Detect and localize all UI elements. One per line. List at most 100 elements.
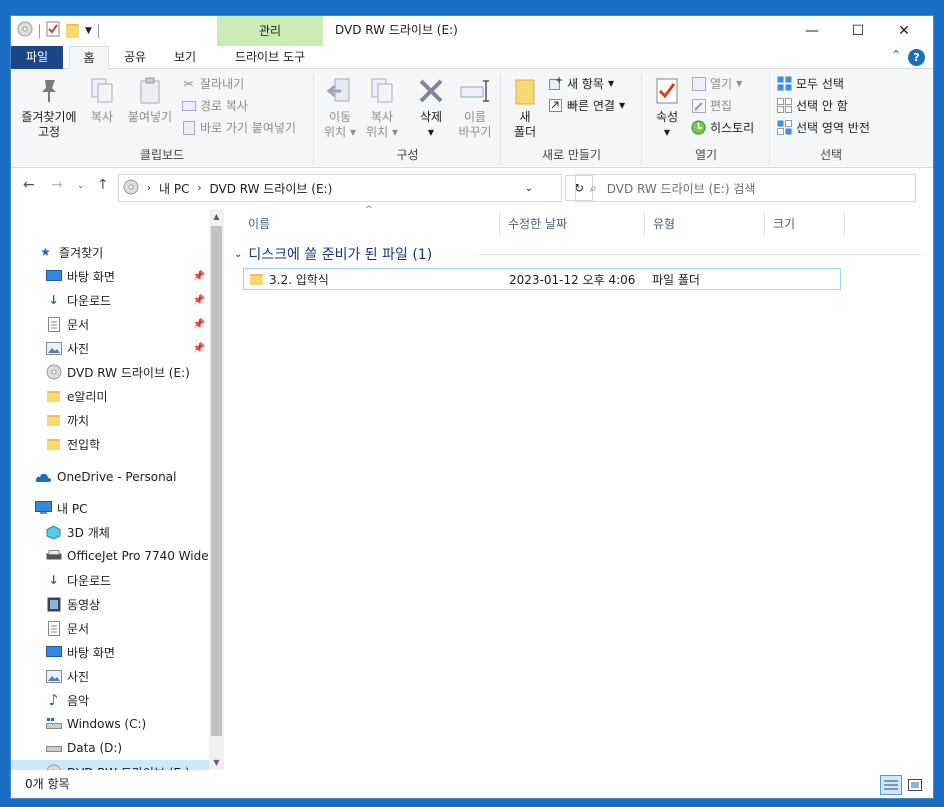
- nav-qa-documents[interactable]: 문서 📌: [11, 312, 209, 336]
- tab-file[interactable]: 파일: [11, 46, 63, 69]
- up-arrow-icon[interactable]: ↑: [97, 177, 109, 193]
- search-input[interactable]: ⌕ DVD RW 드라이브 (E:) 검색: [575, 174, 916, 202]
- tab-drive-tools[interactable]: 드라이브 도구: [217, 46, 323, 69]
- breadcrumb-chevron-icon[interactable]: ›: [197, 183, 201, 194]
- scroll-up-icon[interactable]: ▲: [209, 209, 224, 224]
- new-folder-button[interactable]: 새 폴더: [508, 75, 542, 140]
- select-none-button[interactable]: 선택 안 함: [777, 97, 848, 114]
- nav-pc-printer[interactable]: OfficeJet Pro 7740 Wide Fo: [11, 544, 209, 568]
- maximize-button[interactable]: ☐: [835, 16, 881, 46]
- tab-view[interactable]: 보기: [163, 46, 207, 69]
- collapse-ribbon-icon[interactable]: ⌃: [891, 48, 901, 62]
- group-collapse-chevron-icon[interactable]: ⌄: [234, 249, 242, 260]
- easy-access-button[interactable]: 빠른 연결 ▼: [548, 97, 625, 114]
- properties-button[interactable]: 속성 ▼: [649, 75, 685, 140]
- qat-dropdown-icon[interactable]: ▼: [85, 26, 92, 36]
- nav-pc-pictures[interactable]: 사진: [11, 664, 209, 688]
- nav-pc-downloads[interactable]: ↓ 다운로드: [11, 568, 209, 592]
- address-bar[interactable]: › 내 PC › DVD RW 드라이브 (E:) ⌄ ↻: [118, 174, 593, 202]
- pin-to-quick-access-button[interactable]: 즐겨찾기에 고정: [17, 75, 81, 140]
- pin-icon[interactable]: 📌: [193, 343, 205, 354]
- nav-label: 까치: [67, 413, 90, 428]
- address-dropdown-icon[interactable]: ⌄: [525, 183, 533, 194]
- file-type: 파일 폴더: [652, 272, 700, 287]
- column-header-date[interactable]: 수정한 날짜: [500, 212, 645, 236]
- help-icon[interactable]: ?: [908, 49, 925, 66]
- history-button[interactable]: 히스토리: [691, 119, 754, 136]
- nav-this-pc[interactable]: 내 PC: [11, 496, 209, 520]
- move-to-label-1: 이동: [328, 110, 352, 124]
- recent-locations-chevron-icon[interactable]: ⌄: [77, 181, 85, 191]
- scroll-down-icon[interactable]: ▼: [209, 755, 224, 770]
- back-arrow-icon[interactable]: ←: [23, 177, 35, 193]
- nav-pc-desktop[interactable]: 바탕 화면: [11, 640, 209, 664]
- document-icon: [45, 620, 62, 637]
- copy-button[interactable]: 복사: [83, 75, 121, 125]
- new-folder-icon[interactable]: [66, 23, 79, 38]
- nav-pc-drive-c[interactable]: Windows (C:): [11, 712, 209, 736]
- document-icon: [45, 316, 62, 333]
- new-item-button[interactable]: 새 항목 ▼: [548, 75, 614, 92]
- close-button[interactable]: ✕: [881, 16, 927, 46]
- properties-check-icon[interactable]: [46, 21, 60, 40]
- rename-button[interactable]: 이름 바꾸기: [455, 75, 495, 140]
- window-title: DVD RW 드라이브 (E:): [335, 23, 458, 37]
- nav-qa-desktop[interactable]: 바탕 화면 📌: [11, 264, 209, 288]
- open-button[interactable]: 열기 ▼: [691, 75, 742, 92]
- paste-shortcut-button[interactable]: 바로 가기 붙여넣기: [181, 119, 296, 136]
- nav-qa-folder[interactable]: 까치: [11, 408, 209, 432]
- properties-dropdown-icon[interactable]: ▼: [649, 125, 685, 140]
- copy-path-button[interactable]: 경로 복사: [181, 97, 248, 114]
- minimize-button[interactable]: —: [789, 16, 835, 46]
- nav-quick-access[interactable]: ★ 즐겨찾기: [11, 240, 209, 264]
- scroll-thumb[interactable]: [211, 226, 222, 736]
- cut-button[interactable]: ✂ 잘라내기: [181, 75, 244, 92]
- nav-qa-downloads[interactable]: ↓ 다운로드 📌: [11, 288, 209, 312]
- table-row[interactable]: 3.2. 입학식 2023-01-12 오후 4:06 파일 폴더: [243, 268, 841, 290]
- nav-label: 문서: [67, 317, 90, 332]
- breadcrumb-chevron-icon[interactable]: ›: [147, 183, 151, 194]
- folder-icon: [45, 388, 62, 405]
- nav-qa-pictures[interactable]: 사진 📌: [11, 336, 209, 360]
- forward-arrow-icon[interactable]: →: [51, 177, 63, 193]
- breadcrumb-this-pc[interactable]: 내 PC: [159, 180, 189, 197]
- column-header-size[interactable]: 크기: [765, 212, 845, 236]
- nav-scrollbar[interactable]: ▲ ▼: [209, 209, 224, 770]
- nav-pc-drive-d[interactable]: Data (D:): [11, 736, 209, 760]
- tab-home[interactable]: 홈: [69, 46, 109, 69]
- pictures-icon: [45, 340, 62, 357]
- large-icons-view-icon[interactable]: [904, 775, 926, 795]
- nav-qa-dvd[interactable]: DVD RW 드라이브 (E:): [11, 360, 209, 384]
- pin-icon[interactable]: 📌: [193, 295, 205, 306]
- move-to-button[interactable]: 이동 위치 ▾: [321, 75, 359, 140]
- nav-pc-documents[interactable]: 문서: [11, 616, 209, 640]
- pin-icon[interactable]: 📌: [193, 271, 205, 282]
- select-all-button[interactable]: 모두 선택: [777, 75, 844, 92]
- open-dropdown-icon: ▼: [736, 79, 743, 88]
- tab-share[interactable]: 공유: [115, 46, 155, 69]
- drive-icon[interactable]: [17, 21, 33, 40]
- invert-selection-button[interactable]: 선택 영역 반전: [777, 119, 870, 136]
- context-tab-manage[interactable]: 관리: [217, 16, 323, 46]
- nav-pc-videos[interactable]: 동영상: [11, 592, 209, 616]
- move-to-label-2-text: 위치: [324, 125, 347, 139]
- nav-onedrive[interactable]: OneDrive - Personal: [11, 465, 209, 489]
- nav-qa-folder[interactable]: e알리미: [11, 384, 209, 408]
- copy-to-button[interactable]: 복사 위치 ▾: [363, 75, 401, 140]
- details-view-icon[interactable]: [880, 775, 902, 795]
- column-header-name[interactable]: 이름: [240, 212, 500, 236]
- delete-dropdown-icon[interactable]: ▼: [413, 125, 449, 140]
- delete-button[interactable]: 삭제 ▼: [413, 75, 449, 140]
- column-header-type[interactable]: 유형: [645, 212, 765, 236]
- pin-icon[interactable]: 📌: [193, 319, 205, 330]
- nav-pc-3d-objects[interactable]: 3D 개체: [11, 520, 209, 544]
- edit-button[interactable]: 편집: [691, 97, 732, 114]
- group-header[interactable]: ⌄ 디스크에 쓸 준비가 된 파일 (1): [234, 244, 432, 264]
- address-row: ← → ⌄ ↑ › 내 PC › DVD RW 드라이브 (E:) ⌄ ↻ ⌕ …: [11, 169, 933, 209]
- breadcrumb-drive[interactable]: DVD RW 드라이브 (E:): [209, 180, 332, 197]
- file-date: 2023-01-12 오후 4:06: [509, 272, 636, 287]
- nav-pc-music[interactable]: ♪ 음악: [11, 688, 209, 712]
- copy-label: 복사: [90, 110, 114, 124]
- nav-qa-folder[interactable]: 전입학: [11, 432, 209, 456]
- paste-button[interactable]: 붙여넣기: [123, 75, 177, 125]
